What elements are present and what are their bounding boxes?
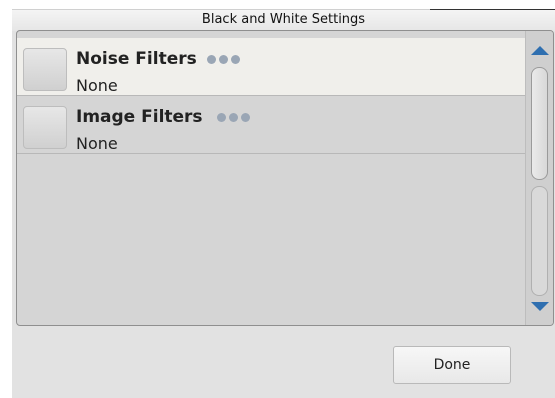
done-button[interactable]: Done (393, 346, 511, 384)
scroll-down-triangle-icon (530, 301, 549, 311)
scroll-up-triangle-icon (530, 45, 549, 55)
scrollbar-track[interactable] (531, 186, 548, 296)
scrollbar-thumb[interactable] (531, 67, 548, 180)
title-bar-edge (430, 9, 555, 10)
more-dots-icon[interactable] (207, 55, 245, 65)
scroll-up-button[interactable] (526, 37, 553, 63)
window-title: Black and White Settings (201, 12, 366, 27)
vertical-scrollbar[interactable] (525, 31, 553, 325)
scroll-down-button[interactable] (526, 293, 553, 319)
item-label: Image Filters (76, 107, 203, 127)
item-label: Noise Filters (76, 49, 197, 69)
list-item-noise-filters[interactable]: Noise Filters None (17, 38, 527, 96)
settings-list-panel: Noise Filters None Image Filters None (16, 30, 554, 326)
title-bar: Black and White Settings (12, 9, 555, 31)
item-value: None (76, 76, 118, 95)
item-checkbox[interactable] (23, 106, 67, 149)
more-dots-icon[interactable] (217, 113, 255, 123)
item-value: None (76, 134, 118, 153)
item-checkbox[interactable] (23, 48, 67, 91)
settings-window: Black and White Settings Noise Filters N… (12, 9, 555, 398)
settings-list: Noise Filters None Image Filters None (17, 31, 527, 325)
list-item-image-filters[interactable]: Image Filters None (17, 96, 527, 154)
